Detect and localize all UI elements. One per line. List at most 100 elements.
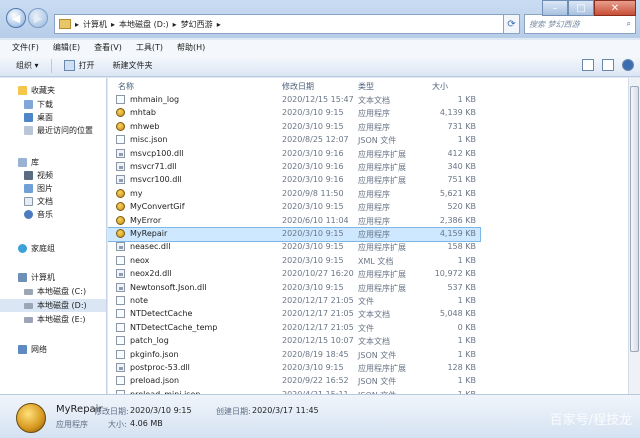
table-row[interactable]: neasec.dll 2020/3/10 9:15 应用程序扩展 158 KB	[108, 241, 480, 254]
column-date[interactable]: 修改日期	[282, 81, 314, 92]
file-date: 2020/9/22 16:52	[282, 376, 349, 386]
back-button[interactable]: ◀	[6, 8, 26, 28]
table-row[interactable]: MyRepair 2020/3/10 9:15 应用程序 4,159 KB	[108, 227, 481, 242]
sidebar-item-documents[interactable]: 文档	[0, 195, 106, 208]
file-date: 2020/3/10 9:16	[282, 175, 344, 185]
download-icon	[24, 100, 33, 109]
details-type: 应用程序	[56, 420, 88, 429]
file-list: 名称 修改日期 类型 大小 mhmain_log 2020/12/15 15:47…	[108, 78, 628, 394]
sidebar-favorites[interactable]: 收藏夹	[0, 84, 106, 97]
sidebar-item-music[interactable]: 音乐	[0, 208, 106, 221]
scrollbar-thumb[interactable]	[630, 86, 639, 352]
table-row[interactable]: MyConvertGif 2020/3/10 9:15 应用程序 520 KB	[108, 201, 480, 214]
sidebar-item-videos[interactable]: 视频	[0, 169, 106, 182]
minimize-button[interactable]: –	[542, 0, 568, 16]
sidebar-network[interactable]: 网络	[0, 343, 106, 356]
open-button[interactable]: 打开	[58, 58, 101, 73]
organize-button[interactable]: 组织 ▾	[10, 58, 45, 73]
window-controls: – □ ✕	[542, 0, 636, 18]
sidebar-label: 图片	[37, 184, 53, 193]
table-row[interactable]: msvcp100.dll 2020/3/10 9:16 应用程序扩展 412 KB	[108, 148, 480, 161]
table-row[interactable]: postproc-53.dll 2020/3/10 9:15 应用程序扩展 128 K…	[108, 362, 480, 375]
file-date: 2020/8/25 12:07	[282, 135, 349, 145]
sidebar-label: 网络	[31, 345, 47, 354]
title-bar: ◀ ▶ ▸ 计算机 ▸ 本地磁盘 (D:) ▸ 梦幻西游 ▸ ⟳ 搜索 梦幻西游…	[0, 0, 640, 38]
menu-view[interactable]: 查看(V)	[94, 42, 122, 53]
table-row[interactable]: MyError 2020/6/10 11:04 应用程序 2,386 KB	[108, 215, 480, 228]
column-name[interactable]: 名称	[118, 81, 134, 92]
breadcrumb-drive-d[interactable]: 本地磁盘 (D:)	[119, 19, 169, 30]
breadcrumb-computer[interactable]: 计算机	[83, 19, 107, 30]
file-date: 2020/12/15 10:07	[282, 336, 354, 346]
star-icon	[18, 86, 27, 95]
table-row[interactable]: misc.json 2020/8/25 12:07 JSON 文件 1 KB	[108, 134, 480, 147]
vertical-scrollbar[interactable]	[628, 78, 640, 394]
picture-icon	[24, 184, 33, 193]
file-type: JSON 文件	[358, 377, 397, 387]
table-row[interactable]: mhweb 2020/3/10 9:15 应用程序 731 KB	[108, 121, 480, 134]
refresh-icon[interactable]: ⟳	[504, 14, 520, 34]
column-size[interactable]: 大小	[432, 81, 448, 92]
file-date: 2020/12/17 21:05	[282, 309, 354, 319]
menu-tools[interactable]: 工具(T)	[136, 42, 163, 53]
table-row[interactable]: NTDetectCache 2020/12/17 21:05 文本文档 5,048 K…	[108, 308, 480, 321]
menu-help[interactable]: 帮助(H)	[177, 42, 205, 53]
menu-edit[interactable]: 编辑(E)	[53, 42, 80, 53]
video-icon	[24, 171, 33, 180]
file-size: 158 KB	[447, 242, 476, 252]
details-modified-value: 2020/3/10 9:15	[130, 406, 192, 415]
sidebar-item-pictures[interactable]: 图片	[0, 182, 106, 195]
file-size: 4,159 KB	[439, 229, 476, 238]
table-row[interactable]: mhtab 2020/3/10 9:15 应用程序 4,139 KB	[108, 107, 480, 120]
file-date: 2020/10/27 16:20	[282, 269, 354, 279]
file-type: 文件	[358, 323, 374, 333]
table-row[interactable]: msvcr100.dll 2020/3/10 9:16 应用程序扩展 751 KB	[108, 174, 480, 187]
sidebar-item-drive-c[interactable]: 本地磁盘 (C:)	[0, 285, 106, 298]
table-row[interactable]: pkginfo.json 2020/8/19 18:45 JSON 文件 1 KB	[108, 349, 480, 362]
sidebar-computer[interactable]: 计算机	[0, 271, 106, 284]
menu-file[interactable]: 文件(F)	[12, 42, 39, 53]
sidebar-label: 库	[31, 158, 39, 167]
sidebar-homegroup[interactable]: 家庭组	[0, 242, 106, 255]
forward-button[interactable]: ▶	[28, 8, 48, 28]
file-name: msvcr71.dll	[130, 162, 177, 171]
preview-pane-icon[interactable]	[602, 59, 614, 71]
file-date: 2020/3/10 9:15	[282, 255, 344, 265]
sidebar-libraries[interactable]: 库	[0, 156, 106, 169]
table-row[interactable]: mhmain_log 2020/12/15 15:47 文本文档 1 KB	[108, 94, 480, 107]
file-type: 应用程序	[358, 203, 390, 213]
new-folder-button[interactable]: 新建文件夹	[107, 58, 159, 73]
table-row[interactable]: msvcr71.dll 2020/3/10 9:16 应用程序扩展 340 KB	[108, 161, 480, 174]
file-size: 4,139 KB	[439, 108, 476, 118]
sidebar-item-downloads[interactable]: 下载	[0, 98, 106, 111]
help-icon[interactable]	[622, 59, 634, 71]
file-type: 应用程序扩展	[358, 163, 406, 172]
column-type[interactable]: 类型	[358, 81, 374, 92]
dll-icon	[116, 282, 125, 292]
file-icon	[116, 309, 125, 319]
maximize-button[interactable]: □	[568, 0, 594, 16]
table-row[interactable]: patch_log 2020/12/15 10:07 文本文档 1 KB	[108, 335, 480, 348]
file-name: neox	[130, 255, 150, 265]
sidebar-label: 桌面	[37, 113, 53, 122]
table-row[interactable]: note 2020/12/17 21:05 文件 1 KB	[108, 295, 480, 308]
sidebar-item-drive-e[interactable]: 本地磁盘 (E:)	[0, 313, 106, 326]
sidebar-item-desktop[interactable]: 桌面	[0, 111, 106, 124]
table-row[interactable]: neox 2020/3/10 9:15 XML 文档 1 KB	[108, 255, 480, 268]
sidebar-label: 本地磁盘 (E:)	[37, 315, 86, 324]
details-size-value: 4.06 MB	[130, 419, 163, 428]
drive-icon	[24, 288, 33, 295]
table-row[interactable]: preload.json 2020/9/22 16:52 JSON 文件 1 KB	[108, 375, 480, 388]
sidebar-item-recent[interactable]: 最近访问的位置	[0, 124, 106, 137]
table-row[interactable]: Newtonsoft.Json.dll 2020/3/10 9:15 应用程序扩展 5…	[108, 282, 480, 295]
table-row[interactable]: NTDetectCache_temp 2020/12/17 21:05 文件 0 KB	[108, 322, 480, 335]
dll-icon	[116, 363, 125, 372]
table-row[interactable]: my 2020/9/8 11:50 应用程序 5,621 KB	[108, 188, 480, 201]
view-options-icon[interactable]	[582, 59, 594, 71]
file-size: 1 KB	[457, 376, 476, 386]
close-button[interactable]: ✕	[594, 0, 636, 16]
breadcrumb-folder[interactable]: 梦幻西游	[181, 19, 213, 30]
table-row[interactable]: neox2d.dll 2020/10/27 16:20 应用程序扩展 10,972 K…	[108, 268, 480, 281]
sidebar-item-drive-d[interactable]: 本地磁盘 (D:)	[0, 299, 106, 312]
address-bar[interactable]: ▸ 计算机 ▸ 本地磁盘 (D:) ▸ 梦幻西游 ▸	[54, 14, 504, 34]
